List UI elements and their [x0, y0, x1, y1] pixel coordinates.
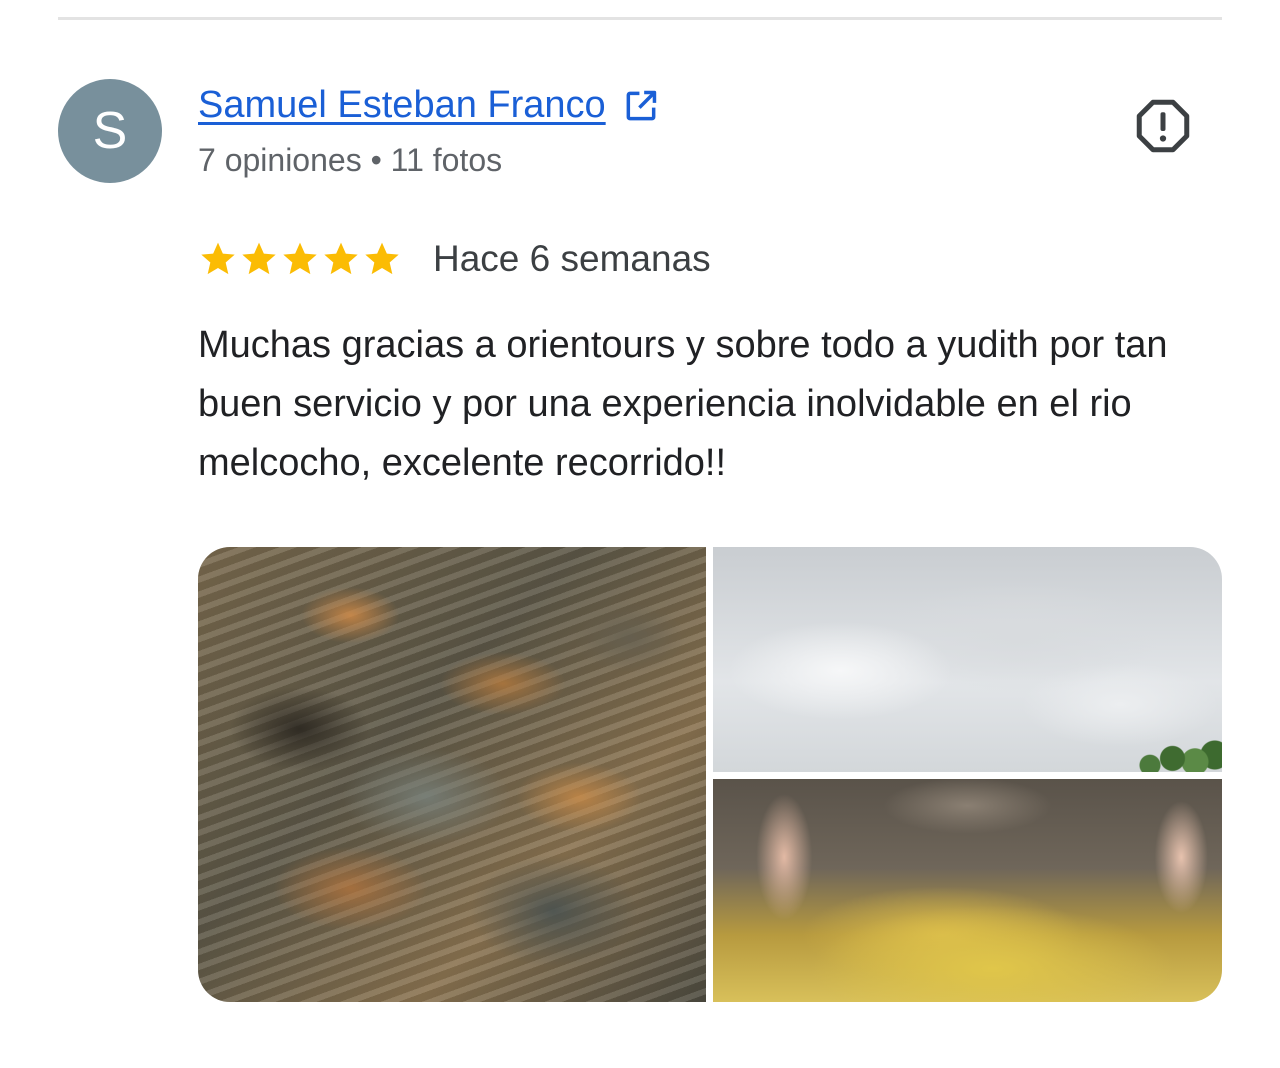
review-time: Hace 6 semanas	[433, 238, 711, 279]
cloudy-sky-photo[interactable]	[713, 547, 1222, 772]
plants-detail	[1132, 738, 1222, 772]
reviewer-name-link[interactable]: Samuel Esteban Franco	[198, 84, 606, 127]
star-icon	[365, 242, 399, 275]
star-icon	[324, 242, 358, 275]
avatar-letter: S	[92, 102, 128, 160]
reviewer-name-row: Samuel Esteban Franco	[198, 84, 660, 127]
river-rocks-photo[interactable]	[198, 547, 706, 1002]
review-text: Muchas gracias a orientours y sobre todo…	[198, 324, 1168, 484]
star-rating	[198, 239, 403, 279]
review-photos	[198, 547, 1222, 1002]
star-icon	[242, 242, 276, 275]
open-in-new-icon[interactable]	[622, 87, 660, 125]
report-icon[interactable]	[1133, 96, 1193, 156]
rating-row: Hace 6 semanas	[198, 238, 711, 280]
reviewer-meta: 7 opiniones • 11 fotos	[198, 142, 503, 178]
star-icon	[283, 242, 317, 275]
star-icon	[201, 242, 235, 275]
reviewer-avatar[interactable]: S	[58, 79, 162, 183]
top-divider	[58, 17, 1222, 20]
feet-in-river-photo[interactable]	[713, 779, 1222, 1002]
